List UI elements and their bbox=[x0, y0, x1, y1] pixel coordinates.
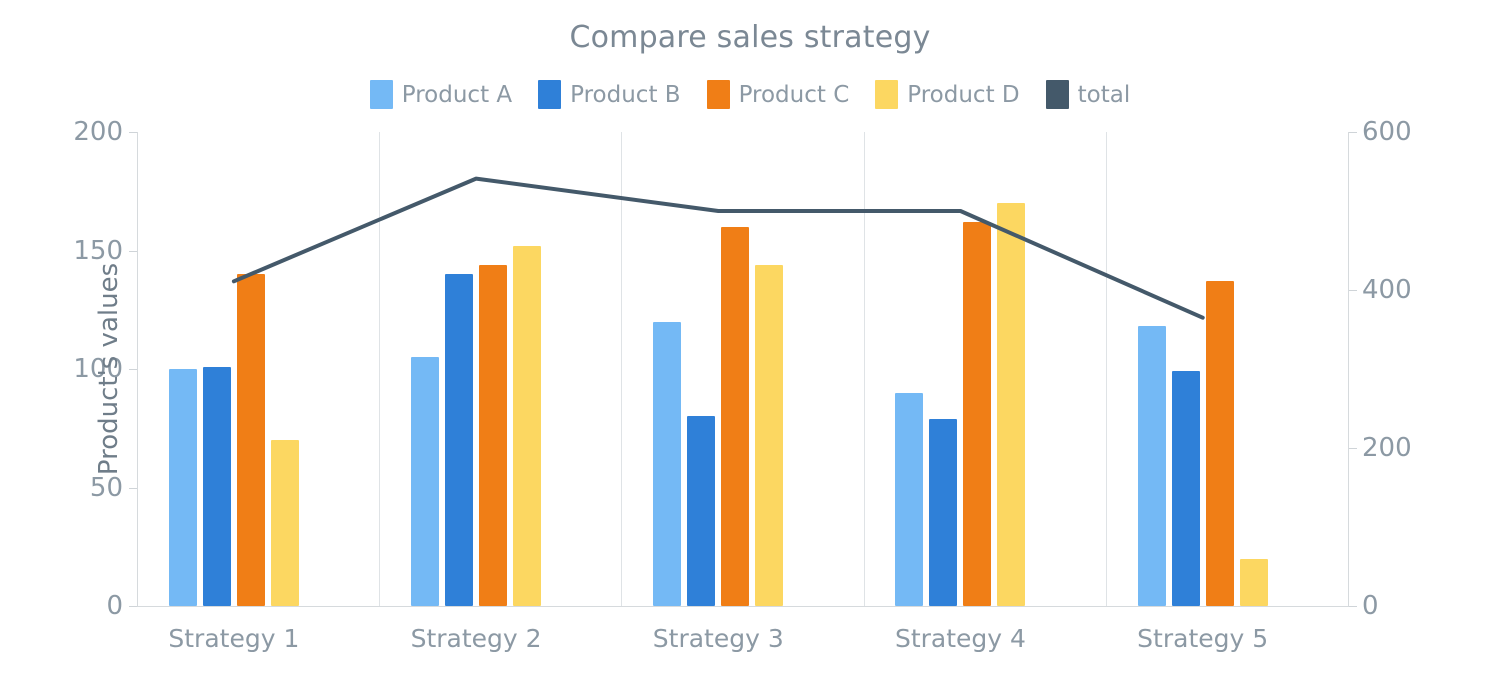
bar[interactable] bbox=[270, 440, 299, 606]
x-axis-tick-label: Strategy 1 bbox=[168, 624, 300, 653]
legend-swatch-icon bbox=[538, 80, 562, 109]
legend-swatch-icon bbox=[706, 80, 730, 109]
left-tick-label: 200 bbox=[73, 117, 123, 147]
bar[interactable] bbox=[963, 222, 992, 606]
legend-item[interactable]: Product C bbox=[706, 80, 850, 109]
left-tick-mark bbox=[129, 369, 137, 370]
bar[interactable] bbox=[1205, 281, 1234, 606]
legend-item-label: total bbox=[1077, 81, 1131, 108]
chart-container: Compare sales strategy Product A Product … bbox=[0, 0, 1500, 700]
right-tick-mark bbox=[1349, 290, 1357, 291]
left-tick-label: 0 bbox=[106, 591, 123, 621]
bar[interactable] bbox=[411, 357, 440, 606]
bar[interactable] bbox=[236, 274, 265, 606]
left-tick-label: 50 bbox=[89, 472, 123, 503]
x-axis-tick-label: Strategy 2 bbox=[410, 624, 542, 653]
left-tick-mark bbox=[129, 606, 137, 607]
left-tick-mark bbox=[129, 132, 137, 133]
bar[interactable] bbox=[895, 392, 924, 606]
legend-swatch-icon bbox=[369, 80, 393, 109]
bar[interactable] bbox=[721, 226, 750, 606]
legend-swatch-icon bbox=[1045, 80, 1069, 109]
right-axis-line bbox=[1348, 132, 1349, 606]
right-tick-mark bbox=[1349, 132, 1357, 133]
bar[interactable] bbox=[997, 203, 1026, 606]
bar[interactable] bbox=[445, 274, 474, 606]
bar[interactable] bbox=[755, 264, 784, 606]
x-axis-tick-label: Strategy 5 bbox=[1137, 624, 1269, 653]
bar[interactable] bbox=[687, 416, 716, 606]
right-axis-title-wrap: Total of amount bbox=[1440, 132, 1480, 606]
right-tick-label: 200 bbox=[1362, 433, 1412, 463]
bar[interactable] bbox=[1171, 371, 1200, 606]
plot-area bbox=[137, 132, 1348, 606]
legend-item-label: Product A bbox=[401, 81, 513, 108]
right-tick-mark bbox=[1349, 606, 1357, 607]
right-tick-label: 600 bbox=[1362, 117, 1412, 147]
legend-item-label: Product D bbox=[907, 81, 1020, 108]
bar[interactable] bbox=[168, 369, 197, 606]
x-axis-tick-label: Strategy 4 bbox=[894, 624, 1026, 653]
bar[interactable] bbox=[202, 366, 231, 606]
chart-legend: Product A Product B Product C Product D tota… bbox=[0, 80, 1500, 109]
x-axis-tick-label: Strategy 3 bbox=[652, 624, 784, 653]
left-axis-title-wrap: Product's values bbox=[18, 132, 124, 606]
bar[interactable] bbox=[1239, 558, 1268, 606]
legend-item-label: Product C bbox=[738, 81, 850, 108]
left-axis-title: Product's values bbox=[94, 262, 125, 476]
bottom-axis-line bbox=[137, 606, 1349, 607]
bar[interactable] bbox=[929, 418, 958, 606]
bar[interactable] bbox=[479, 264, 508, 606]
left-tick-label: 150 bbox=[73, 235, 123, 266]
legend-swatch-icon bbox=[875, 80, 899, 109]
bar[interactable] bbox=[1137, 326, 1166, 606]
right-tick-label: 0 bbox=[1362, 591, 1379, 621]
left-tick-mark bbox=[129, 250, 137, 252]
right-tick-mark bbox=[1349, 448, 1357, 449]
legend-item[interactable]: Product A bbox=[369, 80, 513, 109]
right-tick-label: 400 bbox=[1362, 275, 1412, 305]
legend-item[interactable]: Product B bbox=[538, 80, 681, 109]
legend-item-label: Product B bbox=[570, 81, 681, 108]
legend-item[interactable]: total bbox=[1045, 80, 1131, 109]
left-tick-mark bbox=[129, 487, 137, 489]
bar[interactable] bbox=[653, 321, 682, 606]
chart-title: Compare sales strategy bbox=[569, 20, 931, 55]
bar[interactable] bbox=[513, 245, 542, 606]
legend-item[interactable]: Product D bbox=[875, 80, 1020, 109]
